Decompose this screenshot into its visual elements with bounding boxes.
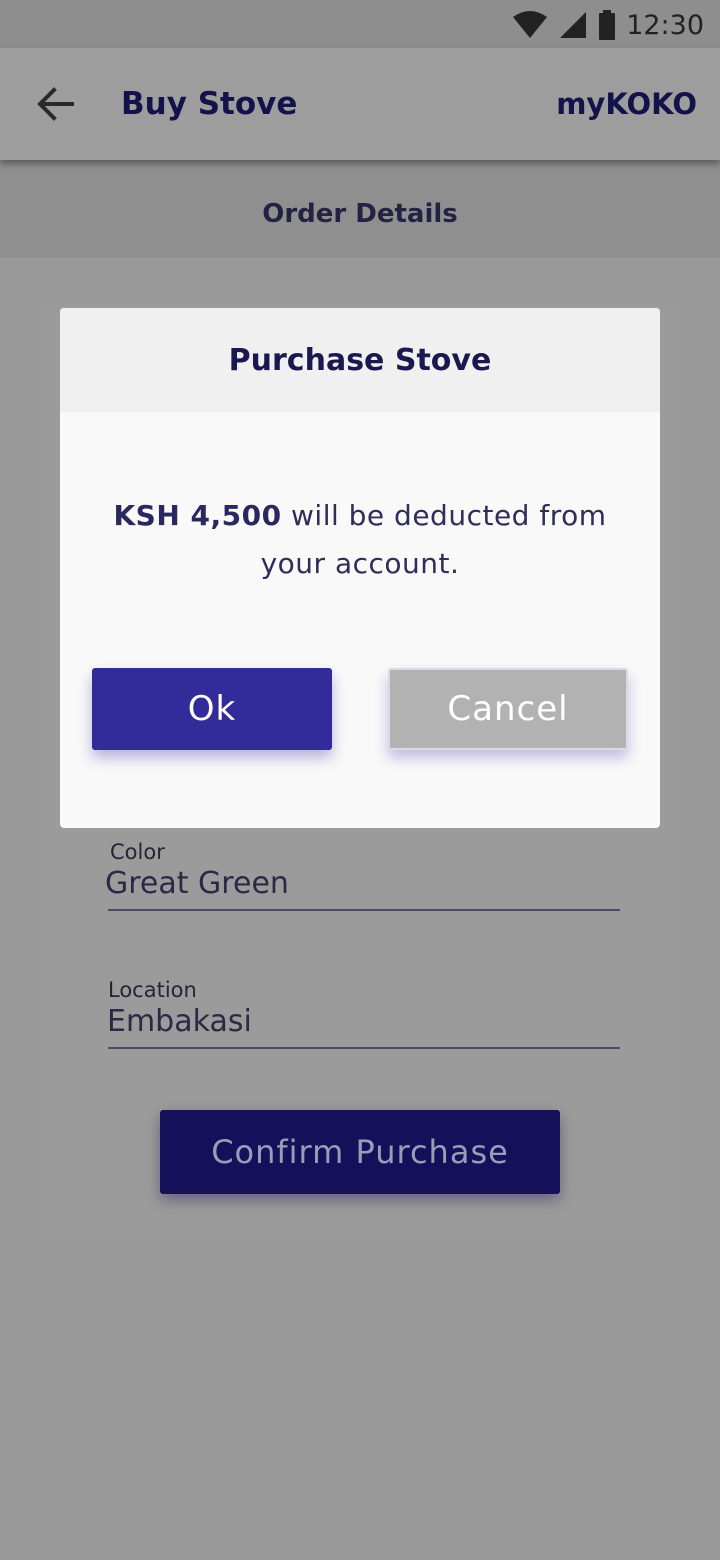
- location-field[interactable]: Location Embakasi: [107, 978, 620, 1049]
- back-arrow-icon[interactable]: [36, 84, 76, 124]
- signal-icon: [560, 12, 587, 38]
- screen: 12:30 Buy Stove myKOKO Order Details Col…: [0, 0, 720, 1560]
- purchase-dialog: Purchase Stove KSH 4,500 will be deducte…: [60, 308, 660, 828]
- status-bar: 12:30: [0, 0, 720, 48]
- location-field-label: Location: [108, 978, 197, 1002]
- confirm-purchase-button[interactable]: Confirm Purchase: [160, 1110, 560, 1194]
- status-icons: 12:30: [512, 8, 704, 42]
- cancel-button[interactable]: Cancel: [388, 668, 628, 750]
- battery-icon: [599, 10, 616, 40]
- deduction-amount: KSH 4,500: [113, 499, 282, 532]
- order-details-header: Order Details: [0, 160, 720, 258]
- wifi-icon: [513, 11, 548, 38]
- dialog-header: Purchase Stove: [60, 308, 660, 412]
- color-field-label: Color: [110, 840, 165, 864]
- color-field-value: Great Green: [105, 866, 289, 901]
- color-field[interactable]: Color Great Green: [105, 840, 620, 911]
- dialog-title: Purchase Stove: [228, 342, 492, 378]
- ok-button[interactable]: Ok: [92, 668, 332, 750]
- location-field-value: Embakasi: [107, 1004, 252, 1039]
- dialog-message: KSH 4,500 will be deducted from your acc…: [100, 492, 620, 588]
- page-title: Buy Stove: [121, 86, 298, 122]
- section-title: Order Details: [262, 199, 458, 229]
- status-time: 12:30: [626, 9, 704, 41]
- app-bar: Buy Stove myKOKO: [0, 48, 720, 160]
- brand-logo-text: myKOKO: [556, 87, 697, 121]
- dialog-message-text: will be deducted from your account.: [260, 499, 607, 580]
